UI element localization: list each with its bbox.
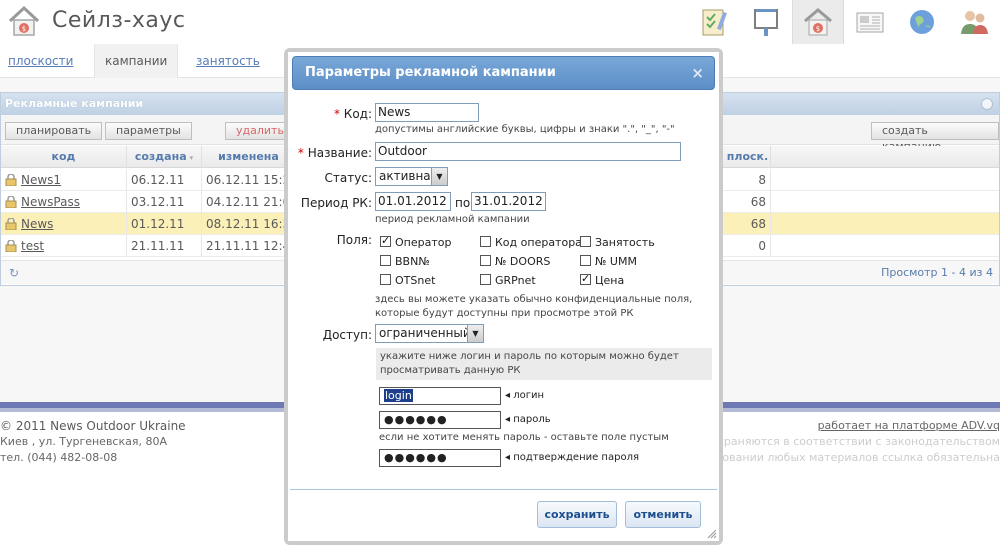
- login-label: ◂ логин: [505, 390, 544, 401]
- password-input[interactable]: ●●●●●●: [379, 411, 501, 429]
- access-select[interactable]: ограниченный ▼: [375, 324, 484, 343]
- access-label: Доступ:: [322, 328, 372, 342]
- status-select[interactable]: активна ▼: [375, 167, 448, 186]
- cancel-button[interactable]: отменить: [625, 501, 701, 528]
- password-hint: если не хотите менять пароль - оставьте …: [379, 432, 669, 443]
- access-hint-box: укажите ниже логин и пароль по которым м…: [376, 348, 712, 380]
- period-hint: период рекламной кампании: [375, 214, 530, 225]
- close-icon[interactable]: ×: [691, 57, 704, 89]
- code-hint: допустимы английские буквы, цифры и знак…: [375, 124, 675, 135]
- chevron-down-icon: ▼: [467, 325, 483, 342]
- status-label: Статус:: [324, 171, 372, 185]
- save-button[interactable]: сохранить: [537, 501, 617, 528]
- field-checkbox-grpnet[interactable]: GRPnet: [480, 274, 536, 287]
- dialog-separator: [290, 489, 717, 490]
- password-confirm-input[interactable]: ●●●●●●: [379, 449, 501, 467]
- field-checkbox-bbn[interactable]: BBN№: [380, 255, 430, 268]
- field-checkbox-operator-code[interactable]: Код оператора: [480, 236, 582, 249]
- field-checkbox-occupancy[interactable]: Занятость: [580, 236, 655, 249]
- chevron-down-icon: ▼: [431, 168, 447, 185]
- page: $ Сейлз-хаус $ плоскости кампании занято…: [0, 0, 1000, 548]
- password-label: ◂ пароль: [505, 414, 551, 425]
- campaign-params-dialog: Параметры рекламной кампании × * Код: Ne…: [284, 48, 723, 545]
- fields-hint-1: здесь вы можете указать обычно конфиденц…: [375, 294, 693, 305]
- field-checkbox-umm[interactable]: № UMM: [580, 255, 637, 268]
- period-label: Период РК:: [300, 196, 372, 210]
- login-input[interactable]: login: [379, 387, 501, 405]
- period-to-label: по: [455, 196, 471, 210]
- field-checkbox-doors[interactable]: № DOORS: [480, 255, 550, 268]
- code-label: * Код:: [333, 107, 372, 121]
- access-hint-2: просматривать данную РК: [380, 365, 521, 376]
- period-to-input[interactable]: 31.01.2012: [471, 192, 546, 211]
- access-hint-1: укажите ниже логин и пароль по которым м…: [380, 351, 679, 362]
- field-checkbox-price[interactable]: Цена: [580, 272, 624, 287]
- password-confirm-label: ◂ подтверждение пароля: [505, 452, 639, 463]
- period-from-input[interactable]: 01.01.2012: [375, 192, 451, 211]
- field-checkbox-operator[interactable]: Оператор: [380, 234, 451, 249]
- name-input[interactable]: Outdoor: [375, 142, 681, 161]
- resize-grip-icon[interactable]: [707, 529, 717, 539]
- fields-label: Поля:: [336, 233, 372, 247]
- fields-hint-2: которые будут доступны при просмотре это…: [375, 308, 634, 319]
- dialog-title: Параметры рекламной кампании: [305, 65, 556, 80]
- dialog-title-bar[interactable]: Параметры рекламной кампании ×: [292, 56, 715, 90]
- field-checkbox-otsnet[interactable]: OTSnet: [380, 274, 435, 287]
- name-label: * Название:: [297, 146, 372, 160]
- code-input[interactable]: News: [375, 103, 479, 122]
